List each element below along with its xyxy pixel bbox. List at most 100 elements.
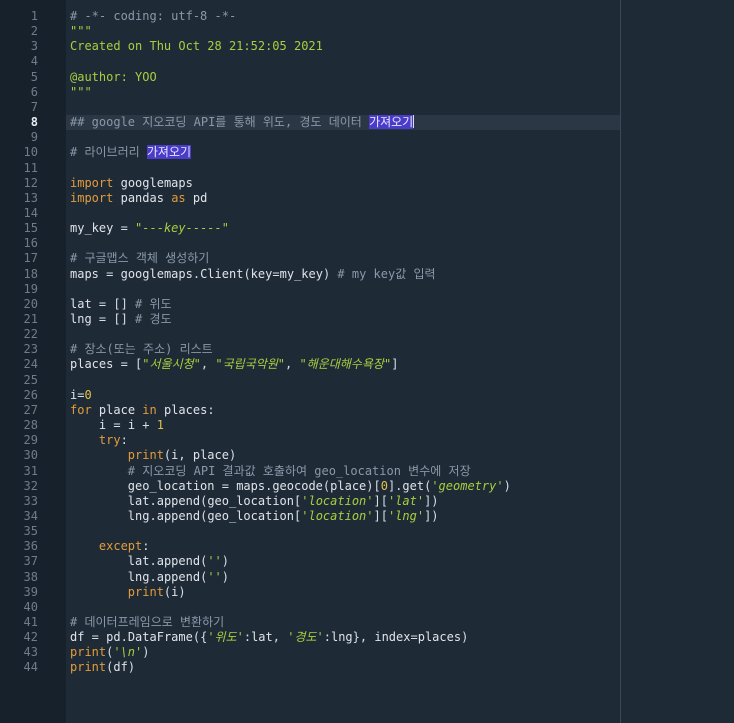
code-line[interactable]: 41 # 데이터프레임으로 변환하기 — [0, 615, 734, 630]
line-text[interactable]: try: — [70, 433, 128, 448]
code-line[interactable]: 6 """ — [0, 85, 734, 100]
code-line[interactable]: 37 lat.append('') — [0, 554, 734, 569]
line-highlight — [66, 206, 620, 221]
line-text[interactable]: geo_location = maps.geocode(place)[0].ge… — [70, 479, 511, 494]
code-line[interactable]: 43 print('\n') — [0, 645, 734, 660]
line-text[interactable]: print(df) — [70, 660, 135, 675]
line-text[interactable]: @author: YOO — [70, 70, 157, 85]
code-line[interactable]: 32 geo_location = maps.geocode(place)[0]… — [0, 479, 734, 494]
line-text[interactable]: lat = [] # 위도 — [70, 297, 172, 312]
line-number: 33 — [23, 493, 38, 508]
line-number: 32 — [23, 478, 38, 493]
line-number: 14 — [23, 205, 38, 220]
code-line[interactable]: 18 maps = googlemaps.Client(key=my_key) #… — [0, 267, 734, 282]
line-text[interactable]: except: — [70, 539, 150, 554]
code-line[interactable]: 3 Created on Thu Oct 28 21:52:05 2021 — [0, 39, 734, 54]
line-highlight — [66, 373, 620, 388]
code-line[interactable]: 44 print(df) — [0, 660, 734, 675]
line-text[interactable]: # 데이터프레임으로 변환하기 — [70, 615, 224, 630]
code-line[interactable]: 15 my_key = "---key-----" — [0, 221, 734, 236]
line-text[interactable]: import pandas as pd — [70, 191, 207, 206]
code-line[interactable]: 9 — [0, 130, 734, 145]
line-text[interactable]: Created on Thu Oct 28 21:52:05 2021 — [70, 39, 323, 54]
code-line[interactable]: 24 places = ["서울시청", "국립국악원", "해운대해수욕장"] — [0, 357, 734, 372]
line-text[interactable]: # 구글맵스 객체 생성하기 — [70, 251, 209, 266]
line-text[interactable]: print(i) — [70, 585, 186, 600]
code-line[interactable]: 40 — [0, 600, 734, 615]
line-highlight — [66, 600, 620, 615]
code-line[interactable]: 1 # -*- coding: utf-8 -*- — [0, 9, 734, 24]
line-number: 38 — [23, 569, 38, 584]
line-number: 36 — [23, 539, 38, 554]
line-text[interactable]: print('\n') — [70, 645, 150, 660]
line-text[interactable]: lat.append('') — [70, 554, 229, 569]
line-text[interactable]: ## google 지오코딩 API를 통해 위도, 경도 데이터 가져오기 — [70, 115, 415, 130]
code-line[interactable]: 12 import googlemaps — [0, 176, 734, 191]
code-line[interactable]: 33 lat.append(geo_location['location']['… — [0, 494, 734, 509]
line-text[interactable]: lng = [] # 경도 — [70, 312, 172, 327]
line-number: 44 — [23, 660, 38, 675]
code-line[interactable]: 13 import pandas as pd — [0, 191, 734, 206]
line-text[interactable]: i=0 — [70, 388, 92, 403]
code-line[interactable]: 29 try: — [0, 433, 734, 448]
line-number: 9 — [30, 130, 38, 145]
line-number: 8 — [30, 115, 38, 130]
code-line[interactable]: 42 df = pd.DataFrame({'위도':lat, '경도':lng}… — [0, 630, 734, 645]
line-number: 5 — [30, 69, 38, 84]
code-line[interactable]: 30 print(i, place) — [0, 448, 734, 463]
line-number: 3 — [30, 39, 38, 54]
code-line[interactable]: 28 i = i + 1 — [0, 418, 734, 433]
line-text[interactable]: maps = googlemaps.Client(key=my_key) # m… — [70, 267, 436, 282]
code-line[interactable]: 10 # 라이브러리 가져오기 — [0, 145, 734, 160]
code-editor[interactable]: 1 # -*- coding: utf-8 -*- 2 """ 3 Created on … — [0, 0, 734, 723]
line-text[interactable]: lat.append(geo_location['location']['lat… — [70, 494, 439, 509]
line-text[interactable]: """ — [70, 85, 92, 100]
code-line[interactable]: 14 — [0, 206, 734, 221]
code-line[interactable]: 34 lng.append(geo_location['location']['… — [0, 509, 734, 524]
line-highlight — [66, 660, 620, 675]
line-number: 35 — [23, 524, 38, 539]
line-text[interactable]: # 라이브러리 가져오기 — [70, 145, 192, 160]
code-line[interactable]: 7 — [0, 100, 734, 115]
line-text[interactable]: import googlemaps — [70, 176, 193, 191]
code-line[interactable]: 36 except: — [0, 539, 734, 554]
code-line[interactable]: 26 i=0 — [0, 388, 734, 403]
line-text[interactable]: print(i, place) — [70, 448, 236, 463]
line-text[interactable]: """ — [70, 24, 92, 39]
line-number: 21 — [23, 312, 38, 326]
line-text[interactable]: df = pd.DataFrame({'위도':lat, '경도':lng}, … — [70, 630, 468, 645]
code-line[interactable]: 25 — [0, 373, 734, 388]
line-text[interactable]: # 장소(또는 주소) 리스트 — [70, 342, 213, 357]
line-number: 18 — [23, 266, 38, 281]
code-line[interactable]: 23 # 장소(또는 주소) 리스트 — [0, 342, 734, 357]
code-line[interactable]: 17 # 구글맵스 객체 생성하기 — [0, 251, 734, 266]
line-highlight — [66, 388, 620, 403]
line-text[interactable]: lng.append('') — [70, 570, 229, 585]
code-line[interactable]: 27 for place in places: — [0, 403, 734, 418]
line-number: 15 — [23, 221, 38, 236]
code-line[interactable]: 5 @author: YOO — [0, 70, 734, 85]
code-line[interactable]: 38 lng.append('') — [0, 570, 734, 585]
line-highlight — [66, 327, 620, 342]
line-text[interactable]: # 지오코딩 API 결과값 호출하여 geo_location 변수에 저장 — [70, 464, 471, 479]
code-line[interactable]: 11 — [0, 161, 734, 176]
line-text[interactable]: for place in places: — [70, 403, 215, 418]
line-number: 19 — [23, 281, 38, 296]
code-line[interactable]: 22 — [0, 327, 734, 342]
line-text[interactable]: my_key = "---key-----" — [70, 221, 229, 236]
code-line[interactable]: 16 — [0, 236, 734, 251]
code-line[interactable]: 39 print(i) — [0, 585, 734, 600]
line-text[interactable]: lng.append(geo_location['location']['lng… — [70, 509, 439, 524]
code-line[interactable]: 19 — [0, 282, 734, 297]
line-text[interactable]: # -*- coding: utf-8 -*- — [70, 9, 236, 24]
code-line[interactable]: 8 ## google 지오코딩 API를 통해 위도, 경도 데이터 가져오기 — [0, 115, 734, 131]
line-number: 20 — [23, 296, 38, 311]
code-line[interactable]: 2 """ — [0, 24, 734, 39]
code-line[interactable]: 35 — [0, 524, 734, 539]
line-text[interactable]: places = ["서울시청", "국립국악원", "해운대해수욕장"] — [70, 357, 398, 372]
line-text[interactable]: i = i + 1 — [70, 418, 164, 433]
code-line[interactable]: 20 lat = [] # 위도 — [0, 297, 734, 312]
code-line[interactable]: 4 — [0, 54, 734, 69]
code-line[interactable]: 21 lng = [] # 경도 — [0, 312, 734, 327]
code-line[interactable]: 31 # 지오코딩 API 결과값 호출하여 geo_location 변수에 … — [0, 464, 734, 479]
